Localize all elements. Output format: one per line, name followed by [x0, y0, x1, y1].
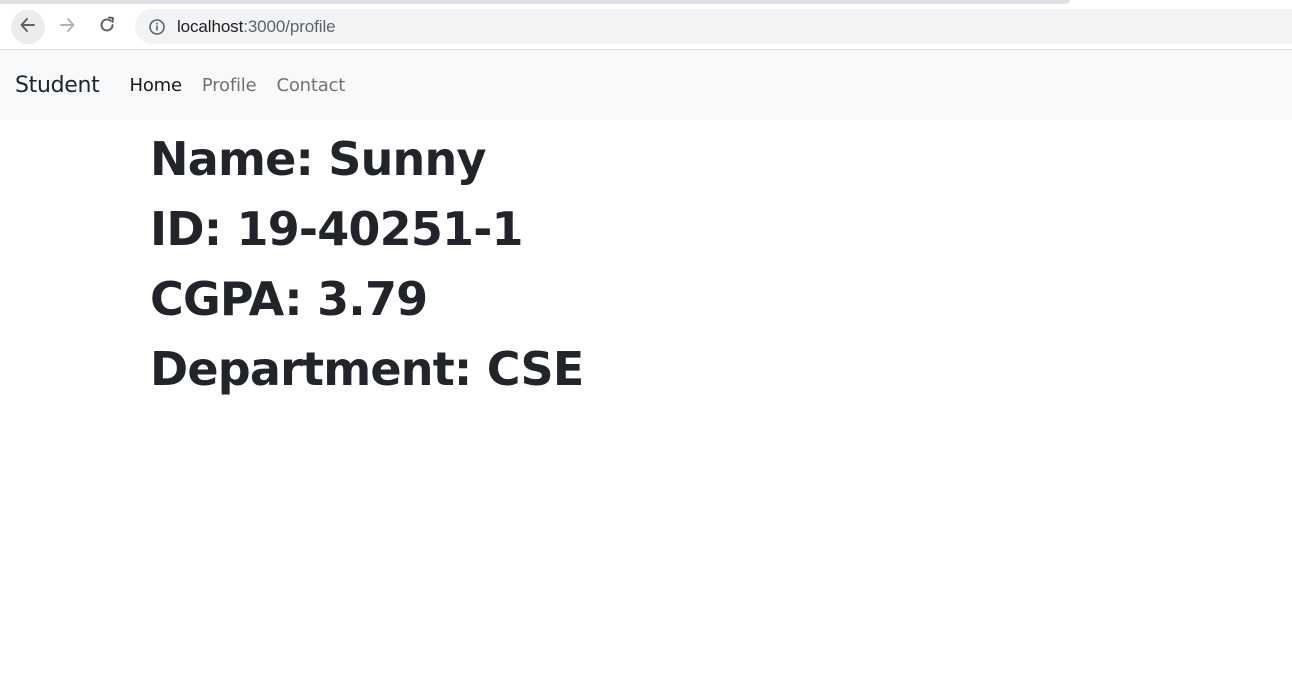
- site-navbar: Student Home Profile Contact: [0, 50, 1292, 120]
- url-text[interactable]: localhost:3000/profile: [177, 16, 336, 37]
- address-bar[interactable]: localhost:3000/profile: [135, 9, 1292, 44]
- profile-cgpa: CGPA: 3.79: [150, 272, 428, 326]
- profile-details: Name: Sunny ID: 19-40251-1 CGPA: 3.79 De…: [150, 124, 584, 404]
- profile-id: ID: 19-40251-1: [150, 202, 524, 256]
- nav-links: Home Profile Contact: [130, 75, 366, 96]
- back-button[interactable]: [11, 10, 45, 44]
- arrow-right-icon: [57, 15, 77, 39]
- url-host: localhost: [177, 16, 244, 36]
- arrow-left-icon: [18, 15, 38, 39]
- url-path: :3000/profile: [243, 16, 336, 36]
- tab-strip-edge: [0, 0, 1070, 4]
- nav-link-contact[interactable]: Contact: [276, 75, 345, 96]
- navbar-brand[interactable]: Student: [15, 73, 100, 98]
- nav-link-profile[interactable]: Profile: [202, 75, 257, 96]
- browser-toolbar: localhost:3000/profile: [0, 0, 1292, 50]
- forward-button[interactable]: [50, 10, 84, 44]
- reload-icon: [97, 15, 117, 39]
- reload-button[interactable]: [90, 10, 124, 44]
- nav-link-home[interactable]: Home: [130, 75, 183, 96]
- profile-name: Name: Sunny: [150, 132, 486, 186]
- info-icon[interactable]: [148, 18, 166, 36]
- profile-department: Department: CSE: [150, 342, 584, 396]
